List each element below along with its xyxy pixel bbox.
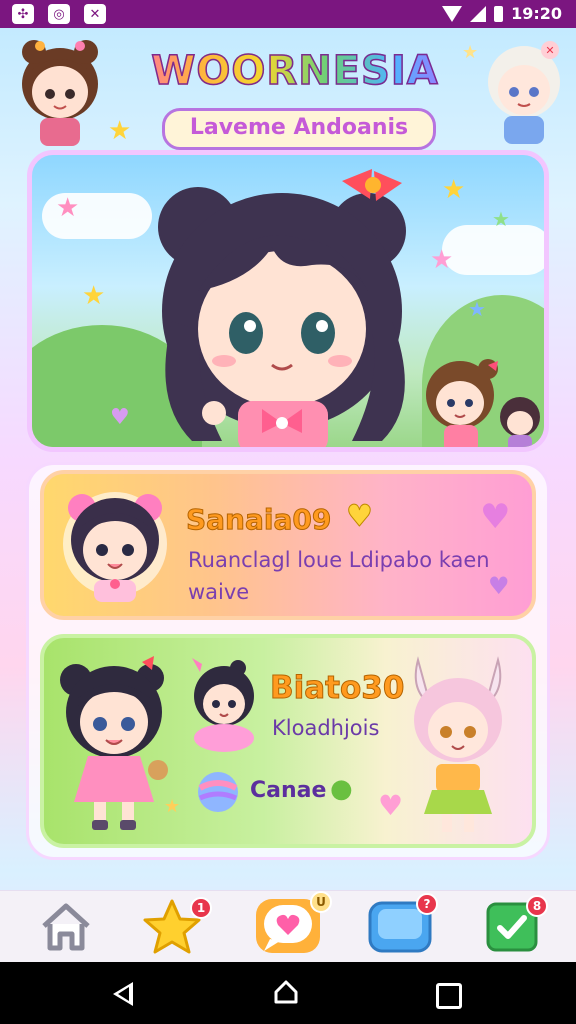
profile-tag: Canae	[250, 778, 327, 803]
heart-icon[interactable]: ♥	[488, 574, 510, 598]
profile-description: Ruanclagl loue Ldipabo kaen waive	[188, 548, 490, 604]
favorite-icon[interactable]: ♥	[346, 501, 374, 532]
recent-apps-button[interactable]	[436, 983, 462, 1009]
app-subtitle: Laveme Andoanis	[162, 108, 436, 150]
profile-avatar[interactable]	[404, 650, 512, 840]
left-avatar[interactable]	[10, 36, 110, 148]
like-icon[interactable]: ♥	[480, 500, 510, 534]
notification-badge: 8	[526, 895, 548, 917]
star-icon: ★	[82, 281, 106, 311]
hero-character	[158, 169, 406, 447]
nav-chat[interactable]: U	[252, 891, 332, 955]
star-icon: ★	[108, 116, 132, 146]
friend-characters	[426, 359, 540, 447]
notification-badge: 1	[190, 897, 212, 919]
app-title: WOORNESIA	[130, 47, 460, 95]
system-nav-bar	[0, 962, 576, 1024]
app-notification-icon: ◎	[48, 4, 70, 24]
ball-icon	[198, 772, 238, 812]
app-header: WOORNESIA Laveme Andoanis ✕ ★ ★	[0, 30, 576, 150]
profile-avatar[interactable]	[54, 652, 174, 836]
hero-banner[interactable]: ★ ★ ★ ★ ★ ★ ♥	[27, 150, 549, 452]
cloud-decoration	[442, 225, 544, 275]
nav-favorites[interactable]: 1	[142, 897, 212, 955]
close-notification-icon: ✕	[84, 4, 106, 24]
notification-badge: ?	[416, 893, 438, 915]
status-bar: ✣ ◎ ✕ 19:20	[0, 0, 576, 28]
right-avatar[interactable]: ✕	[478, 36, 570, 148]
star-icon: ★	[164, 796, 181, 817]
wifi-icon	[442, 5, 463, 22]
home-button[interactable]	[274, 980, 298, 1004]
profile-avatar[interactable]	[56, 484, 174, 604]
star-icon: ★	[56, 193, 80, 223]
star-icon: ★	[462, 42, 479, 63]
profile-description: Kloadhjois	[272, 716, 380, 740]
bottom-nav: 1 U ? 8	[0, 890, 576, 963]
heart-icon[interactable]: ♥	[378, 792, 403, 820]
nav-messages[interactable]: ?	[366, 893, 438, 955]
secondary-avatar[interactable]	[186, 652, 262, 756]
battery-icon	[494, 5, 504, 22]
nav-tasks[interactable]: 8	[482, 895, 548, 955]
notification-badge: U	[310, 891, 332, 913]
svg-text:✕: ✕	[545, 44, 554, 57]
signal-icon	[470, 5, 487, 22]
heart-icon: ♥	[110, 405, 130, 430]
star-icon: ★	[492, 207, 510, 231]
star-icon: ★	[468, 297, 486, 321]
star-icon: ★	[442, 175, 466, 205]
nav-home[interactable]	[36, 897, 96, 955]
notification-icons: ✣ ◎ ✕	[12, 4, 106, 24]
profile-name[interactable]: Sanaia09	[185, 503, 331, 537]
star-icon: ★	[430, 245, 454, 275]
clock: 19:20	[511, 4, 562, 23]
game-notification-icon: ✣	[12, 4, 34, 24]
home-icon	[42, 903, 90, 951]
back-icon	[118, 987, 129, 1001]
leaf-icon: ●	[330, 774, 353, 804]
profile-name[interactable]: Biato30	[269, 670, 404, 707]
